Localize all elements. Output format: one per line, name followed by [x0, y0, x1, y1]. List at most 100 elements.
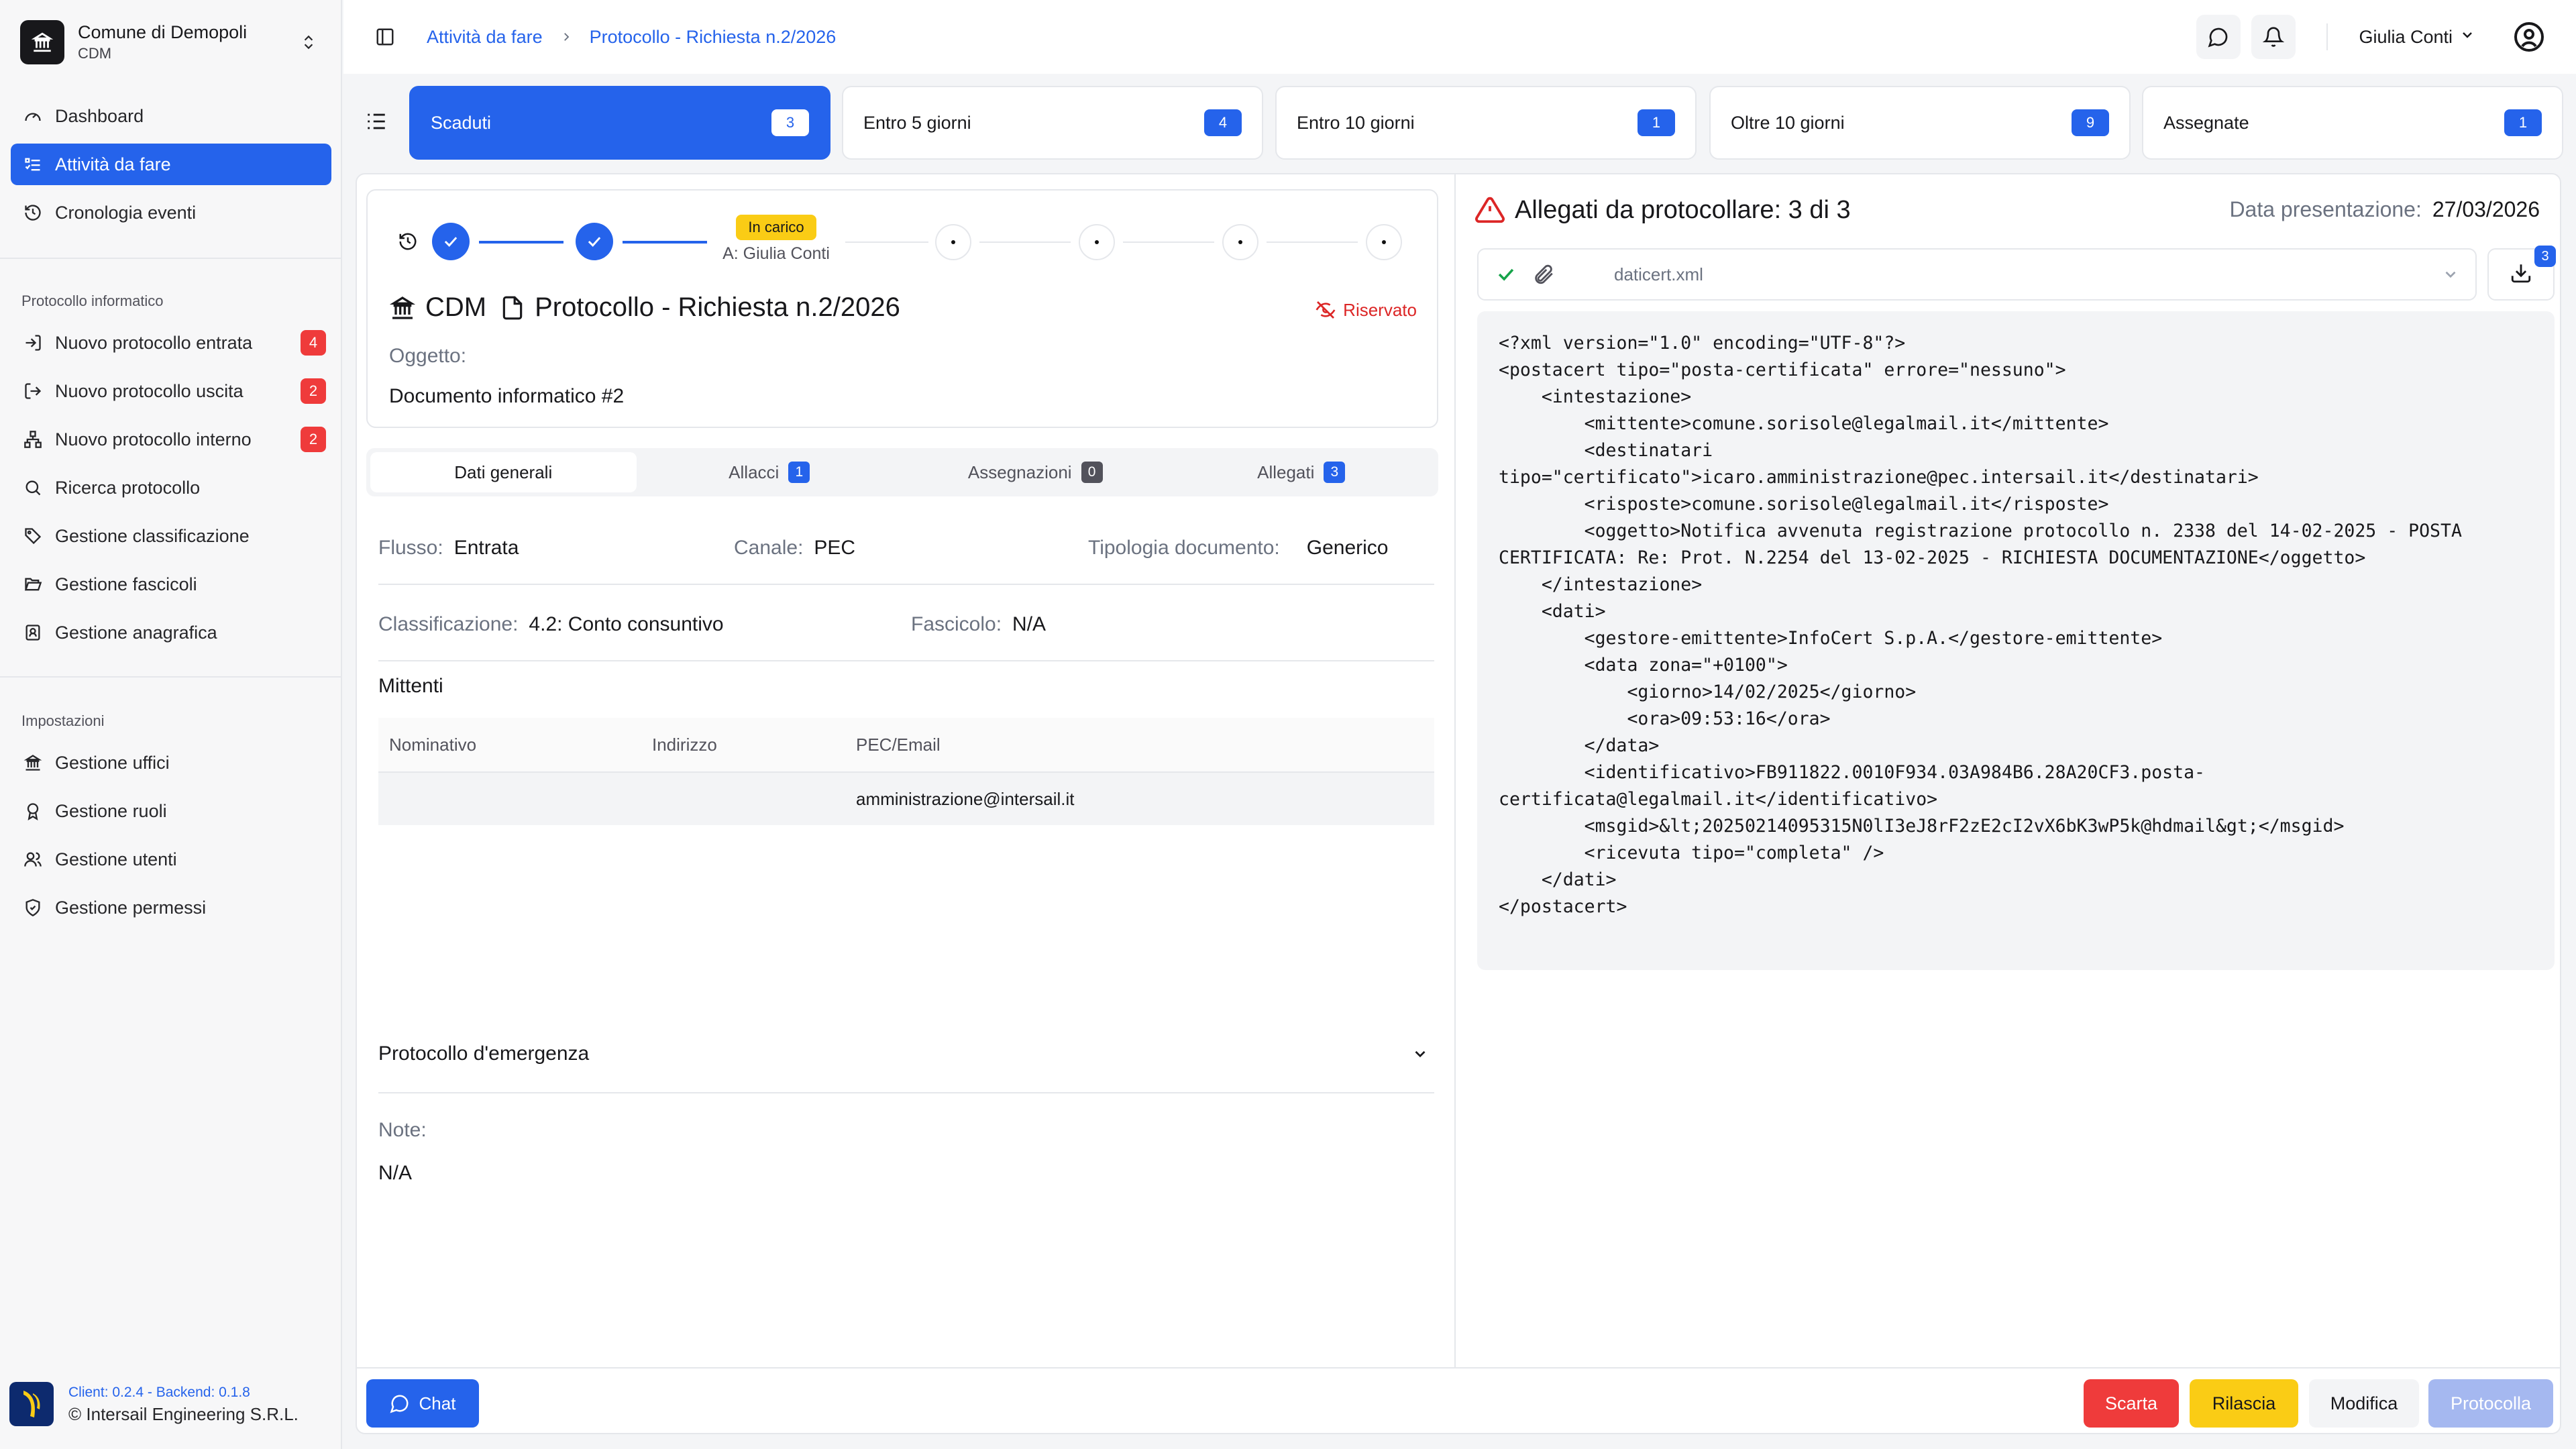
contact-icon	[21, 621, 44, 644]
tab-allegati[interactable]: Allegati 3	[1169, 452, 1435, 492]
sidebar-toggle-icon[interactable]	[370, 22, 400, 52]
nav-item-nuovo-uscita[interactable]: Nuovo protocollo uscita 2	[11, 370, 331, 412]
network-icon	[21, 428, 44, 451]
filter-tab-entro-10[interactable]: Entro 10 giorni 1	[1275, 86, 1697, 160]
nav-label: Gestione utenti	[55, 849, 177, 869]
field-value: Generico	[1306, 537, 1389, 559]
step-assignee: A: Giulia Conti	[722, 244, 830, 263]
protocolla-button[interactable]: Protocolla	[2428, 1379, 2553, 1428]
users-icon	[21, 848, 44, 871]
eye-off-icon	[1315, 299, 1336, 321]
status-pill: In carico	[736, 215, 816, 240]
org-switcher[interactable]: Comune di Demopoli CDM	[20, 19, 322, 66]
filter-tab-scaduti[interactable]: Scaduti 3	[409, 86, 830, 160]
nav-item-cronologia[interactable]: Cronologia eventi	[11, 192, 331, 233]
tab-allacci[interactable]: Allacci 1	[637, 452, 903, 492]
building-icon	[389, 294, 416, 321]
nav-item-ruoli[interactable]: Gestione ruoli	[11, 790, 331, 832]
nav-label: Gestione permessi	[55, 897, 207, 918]
step-pending	[1079, 224, 1115, 260]
field-label: Flusso:	[378, 537, 443, 559]
classification-fields-row: Classificazione: 4.2: Conto consuntivo Fa…	[378, 586, 1434, 661]
user-avatar-icon[interactable]	[2512, 19, 2546, 54]
chevron-down-icon	[2459, 27, 2475, 48]
nav-item-dashboard[interactable]: Dashboard	[11, 95, 331, 137]
chat-button[interactable]: Chat	[366, 1379, 479, 1428]
field-canale: Canale: PEC	[734, 537, 855, 559]
filter-tab-oltre-10[interactable]: Oltre 10 giorni 9	[1709, 86, 2131, 160]
login-icon	[21, 331, 44, 354]
chat-icon-button[interactable]	[2196, 15, 2241, 59]
breadcrumb-current[interactable]: Protocollo - Richiesta n.2/2026	[590, 27, 837, 48]
filter-tab-assegnate[interactable]: Assegnate 1	[2142, 86, 2563, 160]
detail-tabs: Dati generali Allacci 1 Assegnazioni 0 A…	[366, 448, 1438, 496]
nav-item-fascicoli[interactable]: Gestione fascicoli	[11, 564, 331, 605]
tab-dati-generali[interactable]: Dati generali	[370, 452, 637, 492]
notifications-bell-icon[interactable]	[2251, 15, 2296, 59]
nav-label: Gestione classificazione	[55, 525, 250, 546]
emergency-accordion[interactable]: Protocollo d'emergenza	[378, 1016, 1434, 1093]
field-value: PEC	[814, 537, 856, 559]
field-label: Canale:	[734, 537, 804, 559]
chevron-right-icon	[560, 27, 572, 48]
nav-label: Gestione fascicoli	[55, 574, 197, 594]
attachment-filename: daticert.xml	[1614, 264, 1703, 284]
download-button[interactable]: 3	[2487, 246, 2556, 301]
nav-label: Gestione uffici	[55, 752, 170, 773]
field-value: 4.2: Conto consuntivo	[529, 613, 724, 635]
scarta-button[interactable]: Scarta	[2084, 1379, 2179, 1428]
filter-tab-entro-5[interactable]: Entro 5 giorni 4	[842, 86, 1263, 160]
field-label: Classificazione:	[378, 613, 519, 635]
history-icon[interactable]	[394, 228, 421, 255]
nav-label: Nuovo protocollo entrata	[55, 332, 253, 353]
tab-badge: 3	[1324, 462, 1346, 483]
field-label: Fascicolo:	[911, 613, 1002, 635]
download-count-badge: 3	[2534, 246, 2556, 267]
count-badge: 2	[301, 427, 326, 452]
tab-assegnazioni[interactable]: Assegnazioni 0	[902, 452, 1169, 492]
alert-triangle-icon	[1474, 195, 1505, 225]
modifica-button[interactable]: Modifica	[2309, 1379, 2419, 1428]
chevron-down-icon	[1411, 1045, 1429, 1063]
general-fields-row: Flusso: Entrata Canale: PEC Tipologia docu…	[378, 510, 1434, 585]
filter-tab-label: Entro 10 giorni	[1297, 112, 1415, 133]
reserved-badge: Riservato	[1315, 299, 1417, 321]
attachments-title: Allegati da protocollare: 3 di 3	[1515, 195, 1851, 224]
chat-bubble-icon	[390, 1393, 410, 1413]
org-code: CDM	[78, 45, 112, 62]
sidebar: Comune di Demopoli CDM Dashboard Attivit…	[0, 0, 342, 1449]
search-icon	[21, 476, 44, 499]
step-pending	[1222, 224, 1258, 260]
nav-item-anagrafica[interactable]: Gestione anagrafica	[11, 612, 331, 653]
nav-item-nuovo-interno[interactable]: Nuovo protocollo interno 2	[11, 419, 331, 460]
download-icon	[2510, 262, 2532, 288]
sidebar-divider	[0, 258, 342, 259]
chevron-down-icon	[2442, 266, 2459, 283]
nav-item-uffici[interactable]: Gestione uffici	[11, 742, 331, 784]
list-filter-icon[interactable]	[362, 107, 390, 136]
rilascia-button[interactable]: Rilascia	[2190, 1379, 2298, 1428]
nav-label: Dashboard	[55, 105, 144, 126]
dashboard-icon	[21, 105, 44, 127]
chevrons-up-down-icon	[295, 29, 322, 56]
nav-item-utenti[interactable]: Gestione utenti	[11, 839, 331, 880]
note-label: Note:	[378, 1119, 427, 1141]
field-classificazione: Classificazione: 4.2: Conto consuntivo	[378, 613, 724, 636]
folder-open-icon	[21, 573, 44, 596]
nav-item-ricerca[interactable]: Ricerca protocollo	[11, 467, 331, 508]
nav-item-nuovo-entrata[interactable]: Nuovo protocollo entrata 4	[11, 322, 331, 364]
note-value: N/A	[378, 1162, 413, 1184]
breadcrumb-item[interactable]: Attività da fare	[427, 27, 543, 48]
nav-item-permessi[interactable]: Gestione permessi	[11, 887, 331, 928]
nav-label: Gestione anagrafica	[55, 622, 217, 643]
attachment-select[interactable]: daticert.xml	[1477, 248, 2477, 301]
table-header: Nominativo Indirizzo PEC/Email	[378, 718, 1434, 771]
filter-tab-count: 4	[1204, 109, 1242, 136]
user-menu[interactable]: Giulia Conti	[2359, 27, 2475, 48]
step-pending	[1366, 224, 1402, 260]
nav-item-classificazione[interactable]: Gestione classificazione	[11, 515, 331, 557]
award-icon	[21, 800, 44, 822]
field-fascicolo: Fascicolo: N/A	[911, 613, 1046, 636]
accordion-label: Protocollo d'emergenza	[378, 1042, 590, 1065]
nav-item-attivita[interactable]: Attività da fare	[11, 144, 331, 185]
